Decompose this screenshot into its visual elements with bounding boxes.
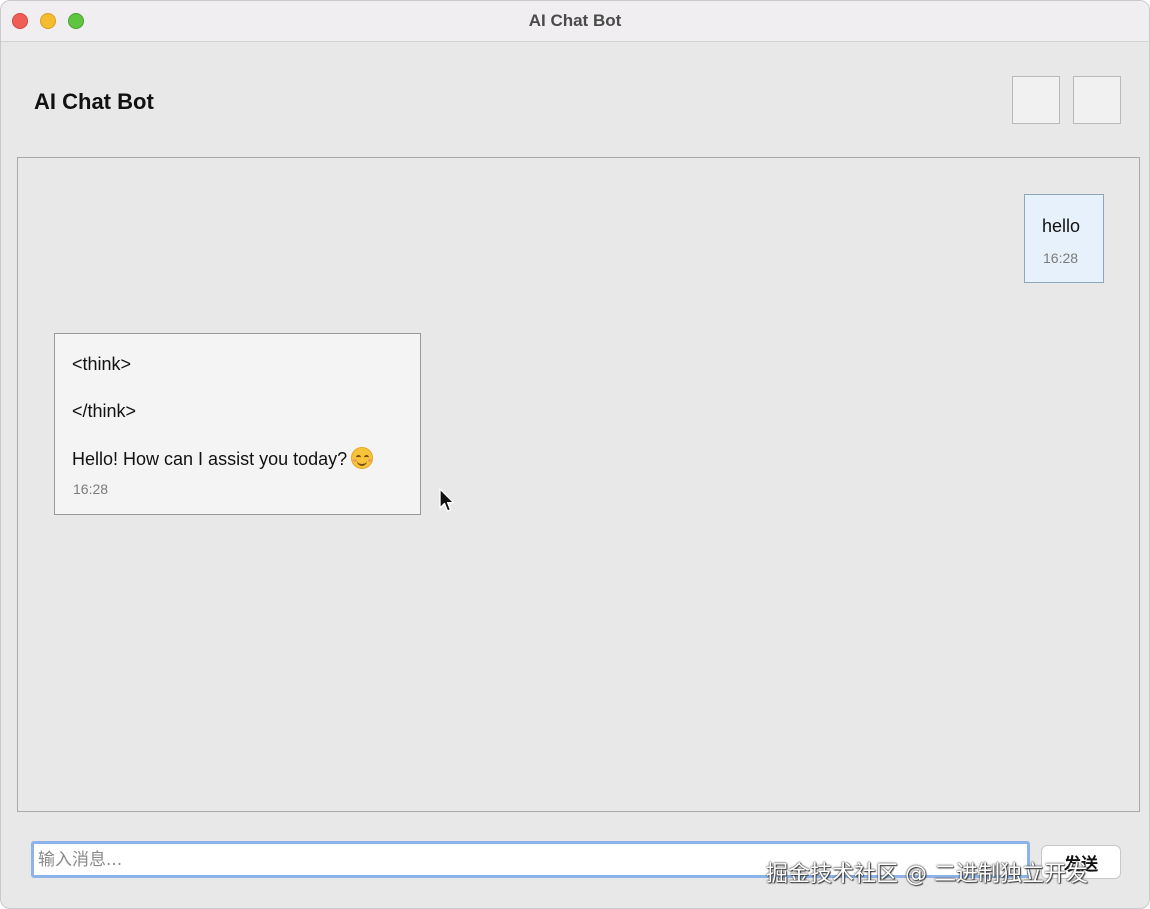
title-bar[interactable]: AI Chat Bot xyxy=(1,1,1149,42)
bot-message-line-1: <think> xyxy=(72,354,132,374)
bot-message-bubble: <think> </think> Hello! How can I assist… xyxy=(54,333,421,515)
user-message-text: hello xyxy=(1042,216,1081,236)
window-title: AI Chat Bot xyxy=(528,11,622,30)
user-message-bubble: hello 16:28 xyxy=(1024,194,1104,283)
smiling-face-emoji-icon xyxy=(351,447,374,469)
app-window: AI Chat Bot AI Chat Bot hello 16:28 <thi… xyxy=(0,0,1150,909)
bot-message-line-3-wrap: Hello! How can I assist you today? xyxy=(72,447,374,470)
header-button-1[interactable] xyxy=(1012,76,1060,124)
app-title: AI Chat Bot xyxy=(34,89,154,114)
chat-history-panel[interactable]: hello 16:28 <think> </think> Hello! How … xyxy=(17,157,1140,812)
bot-message-line-2: </think> xyxy=(72,401,137,421)
watermark: 掘金技术社区 @ 二进制独立开发 xyxy=(766,862,1088,887)
header-button-2[interactable] xyxy=(1073,76,1121,124)
mouse-pointer-icon xyxy=(439,488,455,512)
bot-message-time: 16:28 xyxy=(73,481,109,497)
bot-message-line-3: Hello! How can I assist you today? xyxy=(72,449,348,469)
user-message-time: 16:28 xyxy=(1043,250,1079,266)
